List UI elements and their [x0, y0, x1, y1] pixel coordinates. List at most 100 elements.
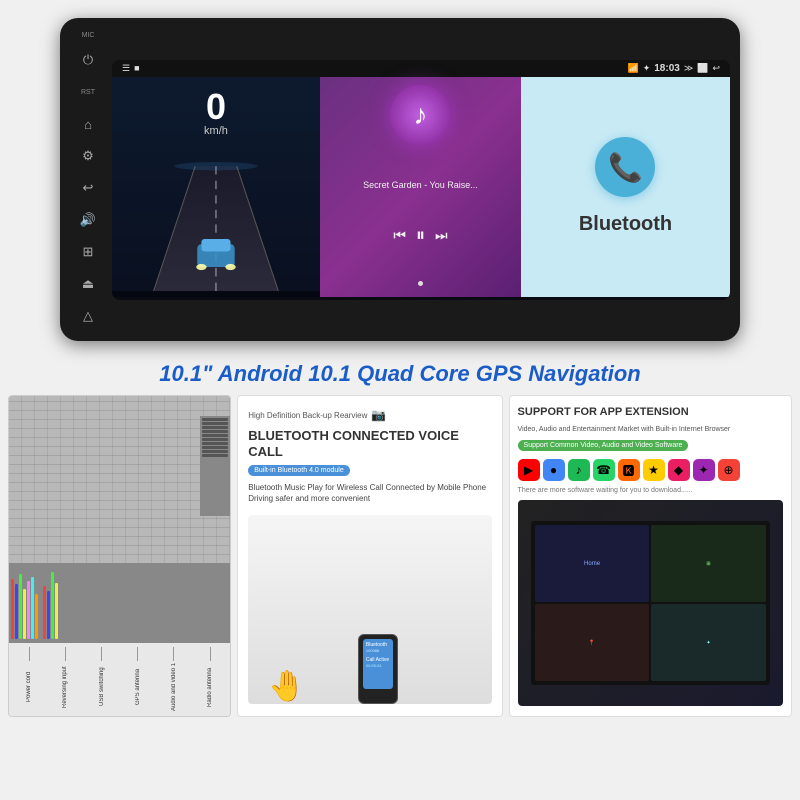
pause-button[interactable]: ⏸	[416, 225, 425, 246]
phone-screen: Bluetooth 100386 Call Active 00:05:24	[363, 639, 393, 689]
label-line	[29, 647, 30, 661]
speed-display: 0 km/h	[204, 89, 228, 137]
pcb-board	[9, 396, 230, 563]
app-icons-row: ▶ ● ♪ ☎ 🅺 ★ ◆ ✦ ⊕	[518, 459, 783, 481]
bottom-section: Power cord Reversing input USB switching…	[0, 395, 800, 725]
car-dashboard-screen: Home ⊞ 📍 ✦	[518, 500, 783, 706]
phone-demo-area: 🤚 Bluetooth 100386 Call Active 00:05:24	[248, 515, 491, 704]
rst-label: RST	[77, 81, 99, 103]
wifi-icon: 📶	[627, 63, 638, 74]
label-text: Power cord	[26, 662, 32, 712]
status-right: 📶 ✦ 18:03 ≫ ⬜ ↩	[627, 63, 720, 74]
bluetooth-panel[interactable]: 📞 Bluetooth	[521, 77, 730, 297]
bt-module-badge: Built-in Bluetooth 4.0 module	[248, 465, 350, 476]
screen-content: 0 km/h	[112, 77, 730, 297]
support-heading: SUPPORT FOR APP EXTENSION	[518, 406, 783, 419]
phone-icon: 📞	[608, 151, 643, 184]
music-panel[interactable]: ♪ Secret Garden - You Raise... ⏮ ⏸ ⏭	[320, 77, 521, 297]
music-album-art[interactable]: ♪	[390, 85, 450, 145]
bluetooth-label: Bluetooth	[579, 213, 672, 236]
speed-unit: km/h	[204, 125, 228, 137]
connector-block	[200, 416, 230, 516]
speed-value: 0	[204, 89, 228, 125]
settings-button[interactable]: ⚙	[77, 145, 99, 167]
hd-label: High Definition Back-up Rearview	[248, 411, 367, 420]
label-radio: Radio antenna	[207, 647, 213, 712]
product-title-text: 10.1" Android 10.1 Quad Core GPS Navigat…	[20, 361, 780, 387]
nav-button[interactable]: △	[77, 305, 99, 327]
next-button[interactable]: ⏭	[435, 227, 448, 244]
apps-button[interactable]: ⊞	[77, 241, 99, 263]
app-icon-spotify[interactable]: ♪	[568, 459, 590, 481]
connector-pin	[202, 450, 228, 453]
phone-mockup: Bluetooth 100386 Call Active 00:05:24	[358, 634, 398, 704]
back-button[interactable]: ↩	[77, 177, 99, 199]
app-icon-3[interactable]: ◆	[668, 459, 690, 481]
app-icon-4[interactable]: ✦	[693, 459, 715, 481]
label-gps: GPS antenna	[135, 647, 141, 712]
support-description: Video, Audio and Entertainment Market wi…	[518, 425, 783, 434]
app-icon-tiktok[interactable]: ⊕	[718, 459, 740, 481]
connector-pin	[202, 426, 228, 429]
label-text: Audio and video 1	[171, 662, 177, 712]
mini-cell-home: Home	[535, 525, 649, 602]
prev-button[interactable]: ⏮	[393, 227, 406, 244]
status-left: ☰ ■	[122, 63, 140, 74]
square-icon: ■	[134, 63, 139, 73]
connector-pin	[202, 434, 228, 437]
app-icon-youtube[interactable]: ▶	[518, 459, 540, 481]
head-unit: MIC ⏻ RST ⌂ ⚙ ↩ 🔊 ⊞ ⏏ △ ☰ ■ 📶 ✦ 18:03	[60, 18, 740, 341]
music-title: Secret Garden - You Raise...	[359, 180, 482, 190]
app-icon-1[interactable]: 🅺	[618, 459, 640, 481]
wire-labels: Power cord Reversing input USB switching…	[9, 643, 230, 716]
hd-badge: High Definition Back-up Rearview 📷	[248, 408, 491, 422]
back-icon: ↩	[712, 63, 720, 74]
label-text: USB switching	[99, 662, 105, 712]
app-icon-2[interactable]: ★	[643, 459, 665, 481]
wire-green	[19, 574, 22, 639]
bluetooth-info-panel: High Definition Back-up Rearview 📷 BLUET…	[237, 395, 502, 717]
connector-pin	[202, 418, 228, 421]
app-icon-whatsapp[interactable]: ☎	[593, 459, 615, 481]
wire-red	[11, 579, 14, 639]
label-line	[137, 647, 138, 661]
bt-heading-text: BLUETOOTH CONNECTED VOICE CALL	[248, 428, 459, 459]
wire-cyan	[31, 577, 34, 639]
label-audio: Audio and video 1	[171, 647, 177, 712]
connector-pin	[202, 442, 228, 445]
support-badge: Support Common Video, Audio and Video So…	[518, 440, 689, 451]
label-reversing: Reversing input	[62, 647, 68, 712]
wire-blue2	[47, 591, 50, 639]
home-button[interactable]: ⌂	[77, 113, 99, 135]
connector-pin	[202, 422, 228, 425]
label-power: Power cord	[26, 647, 32, 712]
eject-button[interactable]: ⏏	[77, 273, 99, 295]
nav-up-icon: ≫	[684, 63, 693, 74]
connector-pin	[202, 438, 228, 441]
connector-pin	[202, 430, 228, 433]
mini-cell-bt: ✦	[651, 604, 765, 681]
bt-status-icon: ✦	[643, 63, 651, 74]
label-text: GPS antenna	[135, 662, 141, 712]
head-unit-container: MIC ⏻ RST ⌂ ⚙ ↩ 🔊 ⊞ ⏏ △ ☰ ■ 📶 ✦ 18:03	[0, 0, 800, 351]
car-screen-content: Home ⊞ 📍 ✦	[518, 500, 783, 706]
music-progress-dot	[418, 281, 423, 286]
wire-yellow2	[55, 583, 58, 639]
gps-panel[interactable]: 0 km/h	[112, 77, 320, 297]
connector-pin	[202, 446, 228, 449]
label-line	[65, 647, 66, 661]
volume-button[interactable]: 🔊	[77, 209, 99, 231]
connector-pin	[202, 454, 228, 457]
mini-cell-maps: 📍	[535, 604, 649, 681]
menu-icon: ☰	[122, 63, 130, 74]
wire-pink	[27, 581, 30, 639]
music-note-icon: ♪	[413, 99, 427, 131]
label-usb: USB switching	[99, 647, 105, 712]
app-icon-maps[interactable]: ●	[543, 459, 565, 481]
wire-orange	[35, 594, 38, 639]
power-button[interactable]: ⏻	[77, 49, 99, 71]
wire-blue	[15, 584, 18, 639]
label-text: Radio antenna	[207, 662, 213, 712]
wire-yellow	[23, 589, 26, 639]
product-title-section: 10.1" Android 10.1 Quad Core GPS Navigat…	[0, 351, 800, 395]
